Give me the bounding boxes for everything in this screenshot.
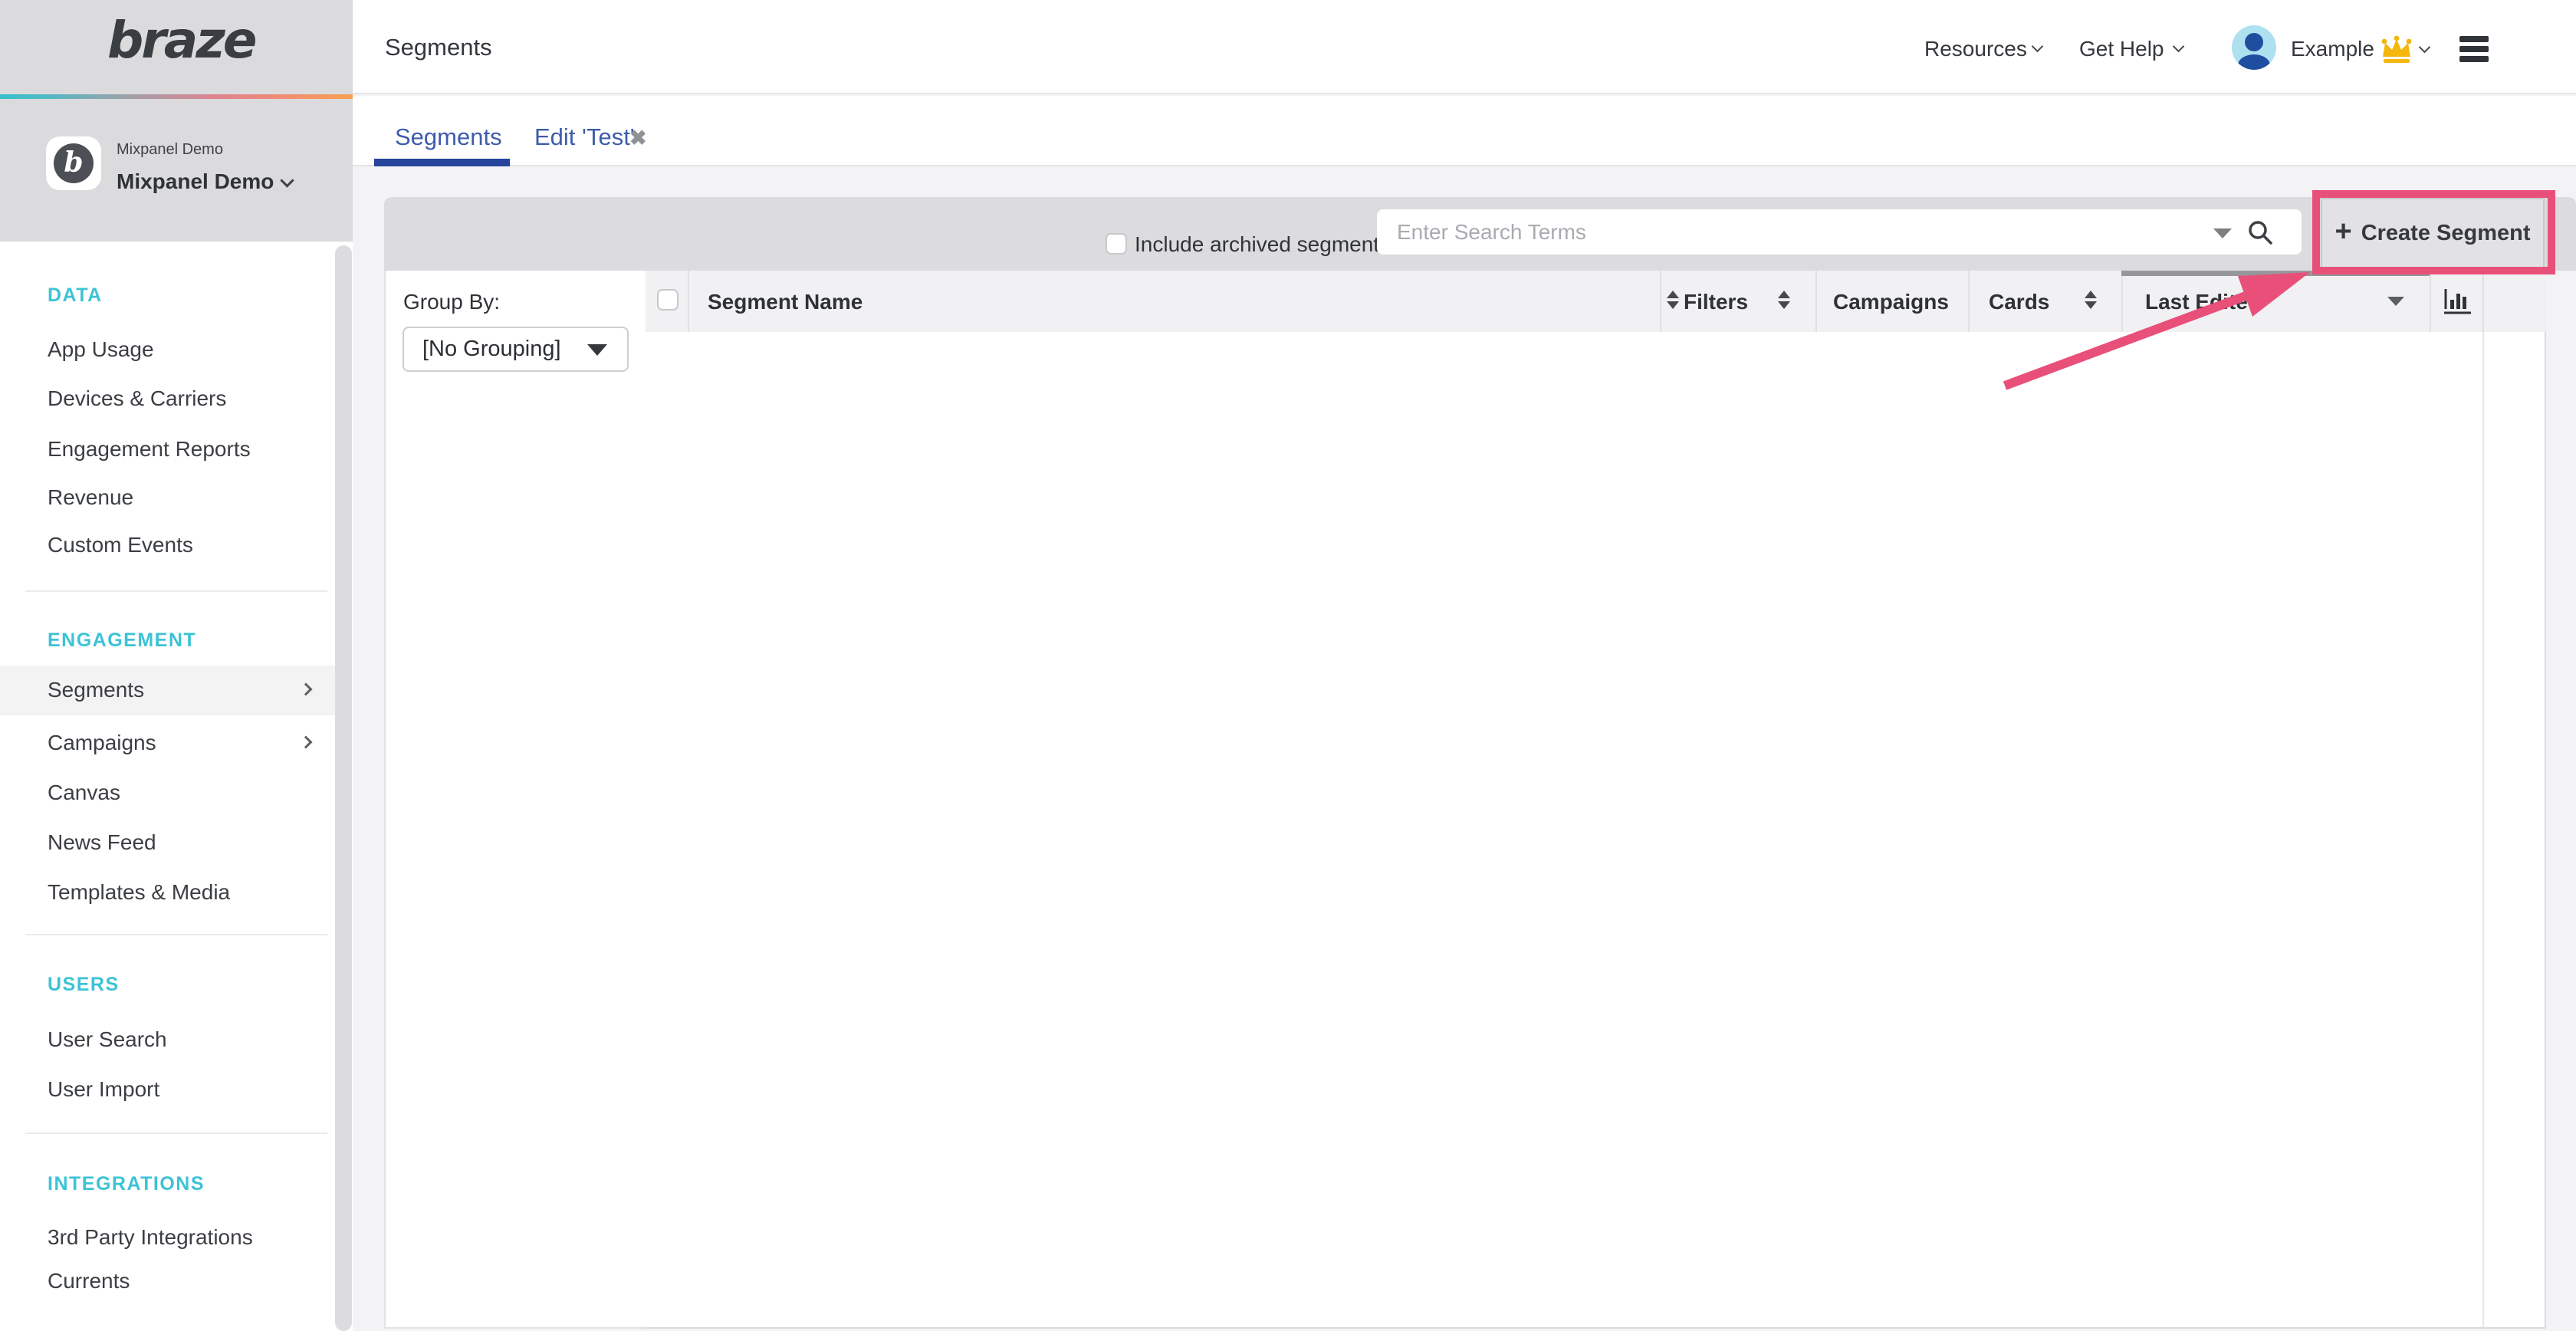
chevron-right-icon bbox=[300, 736, 313, 749]
sidebar-scrollbar-thumb[interactable] bbox=[335, 245, 352, 1331]
tab-bar: Segments Edit 'Test' ✖ bbox=[353, 96, 2576, 166]
sidebar-section-integrations: INTEGRATIONS bbox=[0, 1171, 335, 1197]
dropdown-caret-icon[interactable] bbox=[2387, 297, 2404, 306]
chevron-down-icon bbox=[280, 173, 294, 187]
sidebar-item-templates-media[interactable]: Templates & Media bbox=[0, 868, 335, 917]
search-input[interactable] bbox=[1377, 209, 2190, 255]
top-bar: Segments Resources Get Help Example bbox=[353, 0, 2576, 94]
crown-icon bbox=[2380, 35, 2413, 64]
column-chart[interactable] bbox=[2430, 271, 2482, 332]
chevron-right-icon bbox=[300, 683, 313, 696]
sidebar-divider bbox=[25, 1132, 327, 1134]
search-box bbox=[1377, 209, 2302, 255]
sidebar-item-label: Campaigns bbox=[48, 731, 156, 754]
sidebar-item-currents[interactable]: Currents bbox=[0, 1257, 335, 1306]
header-empty-cell bbox=[2482, 271, 2546, 332]
workspace-icon: b bbox=[46, 136, 101, 190]
close-icon[interactable]: ✖ bbox=[629, 127, 647, 150]
sidebar-item-news-feed[interactable]: News Feed bbox=[0, 818, 335, 867]
sidebar-section-data: DATA bbox=[0, 282, 335, 308]
group-by-panel: Group By: [No Grouping] bbox=[384, 271, 646, 1329]
dropdown-caret-icon bbox=[587, 344, 607, 356]
resources-menu[interactable]: Resources bbox=[1924, 37, 2027, 61]
bar-chart-icon[interactable] bbox=[2443, 288, 2472, 315]
column-divider bbox=[2482, 332, 2484, 1327]
sidebar-item-revenue[interactable]: Revenue bbox=[0, 473, 335, 522]
column-filters[interactable]: Filters bbox=[1660, 271, 1815, 332]
column-segment-name[interactable]: Segment Name bbox=[688, 271, 1660, 332]
sidebar-item-canvas[interactable]: Canvas bbox=[0, 768, 335, 817]
group-by-dropdown[interactable]: [No Grouping] bbox=[402, 327, 629, 372]
braze-b-icon: b bbox=[54, 143, 94, 183]
include-archived-label: Include archived segments bbox=[1135, 233, 1390, 256]
sidebar-item-engagement-reports[interactable]: Engagement Reports bbox=[0, 425, 335, 474]
sidebar-divider bbox=[25, 590, 327, 592]
sidebar-item-user-search[interactable]: User Search bbox=[0, 1015, 335, 1064]
chevron-down-icon bbox=[2032, 41, 2044, 53]
chevron-down-icon bbox=[2173, 41, 2185, 53]
avatar-person-icon bbox=[2245, 33, 2263, 51]
tab-segments[interactable]: Segments bbox=[395, 123, 502, 151]
sidebar-item-3rd-party-integrations[interactable]: 3rd Party Integrations bbox=[0, 1213, 335, 1262]
braze-logo[interactable]: braze bbox=[107, 11, 255, 70]
page-title: Segments bbox=[385, 34, 492, 61]
braze-dashboard: braze b Mixpanel Demo Mixpanel Demo DATA… bbox=[0, 0, 2576, 1331]
sidebar-item-custom-events[interactable]: Custom Events bbox=[0, 521, 335, 570]
column-label: Campaigns bbox=[1833, 290, 1949, 314]
column-campaigns[interactable]: Campaigns bbox=[1815, 271, 1968, 332]
sidebar-item-user-import[interactable]: User Import bbox=[0, 1065, 335, 1114]
sidebar: braze b Mixpanel Demo Mixpanel Demo DATA… bbox=[0, 0, 353, 1331]
column-label: Filters bbox=[1684, 290, 1748, 314]
tab-edit-test[interactable]: Edit 'Test' bbox=[534, 123, 635, 151]
header-checkbox-cell bbox=[646, 271, 688, 332]
account-name[interactable]: Example bbox=[2291, 37, 2374, 61]
sidebar-item-devices-carriers[interactable]: Devices & Carriers bbox=[0, 374, 335, 423]
sidebar-item-app-usage[interactable]: App Usage bbox=[0, 325, 335, 374]
search-dropdown-caret-icon[interactable] bbox=[2213, 228, 2232, 238]
workspace-switcher[interactable]: b Mixpanel Demo Mixpanel Demo bbox=[0, 99, 353, 242]
sidebar-section-engagement: ENGAGEMENT bbox=[0, 627, 335, 653]
hamburger-menu-icon[interactable] bbox=[2459, 36, 2489, 66]
annotation-arrow bbox=[1963, 253, 2331, 406]
annotation-highlight-box bbox=[2312, 190, 2555, 274]
sidebar-item-label: Segments bbox=[48, 678, 144, 702]
column-label: Segment Name bbox=[708, 290, 863, 314]
search-icon[interactable] bbox=[2247, 219, 2273, 245]
active-tab-underline bbox=[374, 159, 510, 166]
workspace-name: Mixpanel Demo bbox=[117, 169, 274, 194]
avatar[interactable] bbox=[2232, 25, 2276, 70]
include-archived-checkbox[interactable] bbox=[1106, 233, 1127, 255]
select-all-checkbox[interactable] bbox=[657, 289, 678, 311]
group-by-label: Group By: bbox=[403, 290, 500, 314]
sidebar-item-segments[interactable]: Segments bbox=[0, 666, 335, 715]
logo-area: braze bbox=[0, 0, 353, 94]
sidebar-item-campaigns[interactable]: Campaigns bbox=[0, 718, 335, 767]
workspace-app-label: Mixpanel Demo bbox=[117, 141, 223, 159]
sidebar-divider bbox=[25, 934, 327, 935]
avatar-person-icon bbox=[2238, 54, 2270, 70]
get-help-menu[interactable]: Get Help bbox=[2079, 37, 2164, 61]
sort-icon[interactable] bbox=[1778, 291, 1790, 309]
chevron-down-icon bbox=[2419, 41, 2431, 54]
group-by-value: [No Grouping] bbox=[422, 337, 561, 361]
segments-table-body bbox=[646, 332, 2546, 1329]
sidebar-section-users: USERS bbox=[0, 971, 335, 997]
